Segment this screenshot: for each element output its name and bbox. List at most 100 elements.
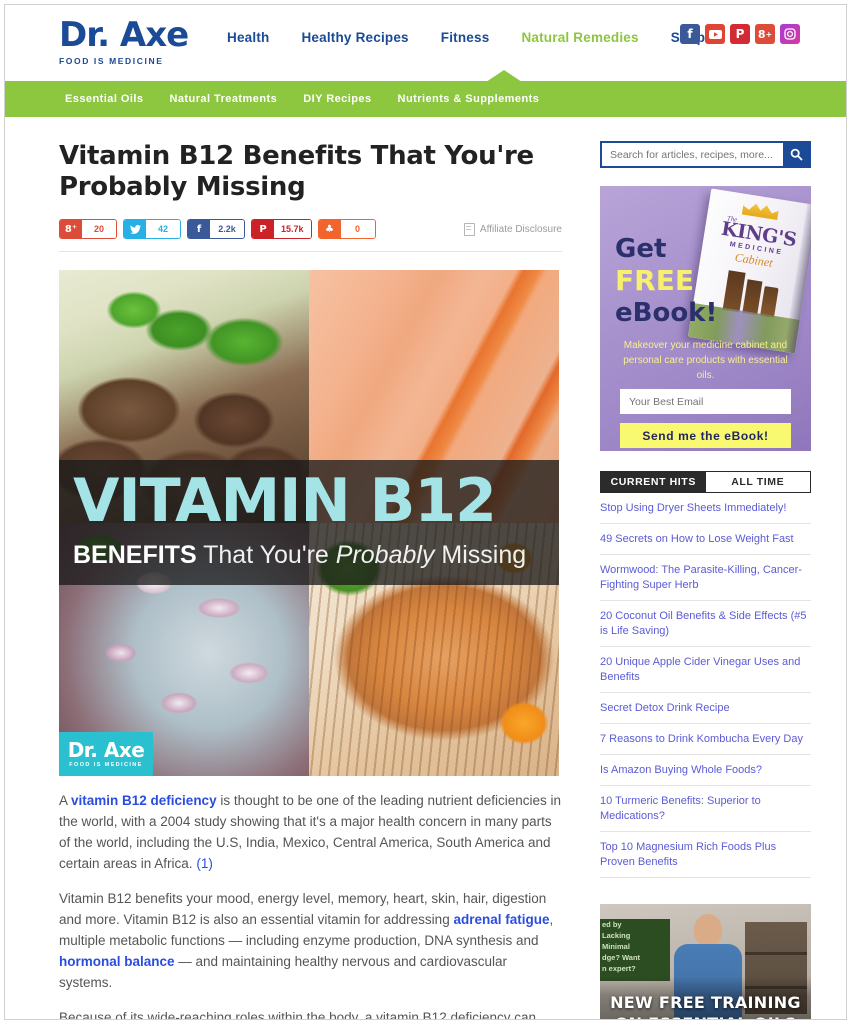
book-spine-shading [783, 203, 811, 354]
training-line-1: NEW FREE TRAINING [610, 993, 801, 1012]
logo-tagline: FOOD IS MEDICINE [59, 56, 164, 66]
article-paragraph-3: Because of its wide-reaching roles withi… [59, 1007, 562, 1020]
subnav-item-diy-recipes[interactable]: DIY Recipes [303, 93, 371, 105]
popular-posts-tabs: CURRENT HITS ALL TIME [600, 471, 811, 493]
affiliate-disclosure[interactable]: Affiliate Disclosure [463, 222, 562, 236]
watermark-wordmark: Dr. Axe [67, 738, 145, 762]
document-icon [463, 222, 475, 236]
chalkboard-line: dge? Want [602, 953, 641, 962]
social-links: f P 8 + [680, 24, 800, 44]
divider [59, 251, 562, 252]
youtube-icon[interactable] [705, 24, 725, 44]
list-item: 7 Reasons to Drink Kombucha Every Day [600, 724, 811, 755]
article-paragraph-1: A vitamin B12 deficiency is thought to b… [59, 790, 562, 874]
featured-image[interactable]: VITAMIN B12 BENEFITS That You're Probabl… [59, 270, 559, 776]
googleplus-icon[interactable]: 8 + [755, 24, 775, 44]
nav-item-healthy-recipes[interactable]: Healthy Recipes [301, 30, 408, 45]
subnav-item-essential-oils[interactable]: Essential Oils [65, 93, 143, 105]
inline-link[interactable]: vitamin B12 deficiency [71, 793, 217, 808]
paragraph-text: A [59, 793, 72, 808]
search-box[interactable] [600, 141, 811, 168]
chalkboard-line: Lacking [602, 931, 631, 940]
training-promo-banner[interactable]: ed by Lacking Minimal dge? Want n expert? NE… [600, 904, 811, 1019]
nav-item-natural-remedies[interactable]: Natural Remedies [521, 30, 638, 45]
ebook-headline-ebook: eBook! [615, 298, 718, 328]
search-button[interactable] [783, 143, 809, 166]
popular-post-link[interactable]: Secret Detox Drink Recipe [600, 693, 811, 723]
watermark-tagline: FOOD IS MEDICINE [69, 762, 143, 768]
nav-item-health[interactable]: Health [227, 30, 269, 45]
popular-post-link[interactable]: 10 Turmeric Benefits: Superior to Medica… [600, 786, 811, 831]
training-line-2: ON ESSENTIAL OILS [615, 1014, 797, 1019]
popular-post-link[interactable]: Is Amazon Buying Whole Foods? [600, 755, 811, 785]
subnav-item-natural-treatments[interactable]: Natural Treatments [169, 93, 277, 105]
article-paragraph-2: Vitamin B12 benefits your mood, energy l… [59, 888, 562, 993]
list-item: Is Amazon Buying Whole Foods? [600, 755, 811, 786]
share-row: 8⁺ 20 42 f 2.2k P 15.7k ♣ 0 Affiliate Di… [59, 219, 562, 239]
tab-all-time[interactable]: ALL TIME [705, 472, 810, 492]
share-mix[interactable]: ♣ 0 [317, 219, 376, 239]
popular-post-link[interactable]: 20 Unique Apple Cider Vinegar Uses and B… [600, 647, 811, 692]
paragraph-text: Because of its wide-reaching roles withi… [59, 1010, 537, 1020]
popular-post-link[interactable]: 7 Reasons to Drink Kombucha Every Day [600, 724, 811, 754]
affiliate-disclosure-label: Affiliate Disclosure [479, 223, 562, 235]
popular-posts-list: Stop Using Dryer Sheets Immediately! 49 S… [600, 493, 811, 878]
ebook-headline-free: FREE [615, 264, 694, 297]
popular-post-link[interactable]: 49 Secrets on How to Lose Weight Fast [600, 524, 811, 554]
share-google-plus[interactable]: 8⁺ 20 [59, 219, 117, 239]
subnav-item-nutrients-supplements[interactable]: Nutrients & Supplements [398, 93, 540, 105]
popular-post-link[interactable]: Top 10 Magnesium Rich Foods Plus Proven … [600, 832, 811, 877]
list-item: 20 Unique Apple Cider Vinegar Uses and B… [600, 647, 811, 693]
nav-item-fitness[interactable]: Fitness [441, 30, 490, 45]
popular-post-link[interactable]: Stop Using Dryer Sheets Immediately! [600, 493, 811, 523]
inline-link[interactable]: adrenal fatigue [453, 912, 549, 927]
site-logo[interactable]: Dr. Axe FOOD IS MEDICINE [59, 17, 194, 66]
popular-post-link[interactable]: 20 Coconut Oil Benefits & Side Effects (… [600, 601, 811, 646]
chalkboard-line: ed by [602, 920, 622, 929]
page-frame: Dr. Axe FOOD IS MEDICINE Health Healthy … [4, 4, 847, 1020]
email-field[interactable] [620, 389, 791, 414]
logo-wordmark: Dr. Axe [59, 15, 189, 55]
share-facebook[interactable]: f 2.2k [187, 219, 245, 239]
featured-headline: VITAMIN B12 [73, 466, 497, 536]
inline-link[interactable]: hormonal balance [59, 954, 175, 969]
pinterest-icon: P [252, 220, 274, 238]
image-watermark: Dr. Axe FOOD IS MEDICINE [59, 732, 153, 776]
article-column: Vitamin B12 Benefits That You're Probabl… [59, 141, 562, 1020]
share-count-facebook: 2.2k [210, 220, 244, 238]
share-count-google-plus: 20 [82, 220, 116, 238]
facebook-icon[interactable]: f [680, 24, 700, 44]
training-banner-text: NEW FREE TRAINING ON ESSENTIAL OILS [600, 992, 811, 1019]
mix-icon: ♣ [318, 220, 341, 238]
featured-image-caption: VITAMIN B12 BENEFITS That You're Probabl… [59, 460, 559, 585]
googleplus-icon: 8⁺ [60, 220, 82, 238]
page-title: Vitamin B12 Benefits That You're Probabl… [59, 141, 534, 202]
featured-sub-bold: BENEFITS [73, 541, 197, 569]
featured-subheadline: BENEFITS That You're Probably Missing [73, 540, 526, 570]
search-icon [790, 148, 803, 161]
search-input[interactable] [602, 143, 783, 166]
share-count-mix: 0 [340, 220, 375, 238]
tab-current-hits[interactable]: CURRENT HITS [601, 472, 706, 492]
instagram-icon[interactable] [780, 24, 800, 44]
share-count-pinterest: 15.7k [274, 220, 311, 238]
featured-sub-b: Missing [434, 541, 527, 569]
twitter-icon [124, 220, 146, 238]
send-ebook-button[interactable]: Send me the eBook! [620, 423, 791, 448]
crown-icon [742, 202, 780, 220]
list-item: Top 10 Magnesium Rich Foods Plus Proven … [600, 832, 811, 878]
share-pinterest[interactable]: P 15.7k [251, 219, 312, 239]
list-item: Secret Detox Drink Recipe [600, 693, 811, 724]
chalkboard-image: ed by Lacking Minimal dge? Want n expert? [600, 919, 670, 981]
popular-post-link[interactable]: Wormwood: The Parasite-Killing, Cancer-F… [600, 555, 811, 600]
inline-link[interactable]: (1) [196, 856, 213, 871]
presenter-head [694, 914, 722, 946]
sidebar: The KING'S MEDICINE Cabinet Get FREE eBo… [600, 141, 811, 1019]
share-buttons: 8⁺ 20 42 f 2.2k P 15.7k ♣ 0 [59, 219, 376, 239]
featured-sub-a: That You're [196, 541, 336, 569]
main-navigation: Health Healthy Recipes Fitness Natural R… [227, 30, 705, 45]
share-twitter[interactable]: 42 [123, 219, 181, 239]
facebook-icon: f [188, 220, 210, 238]
pinterest-icon[interactable]: P [730, 24, 750, 44]
ebook-promo: The KING'S MEDICINE Cabinet Get FREE eBo… [600, 186, 811, 451]
